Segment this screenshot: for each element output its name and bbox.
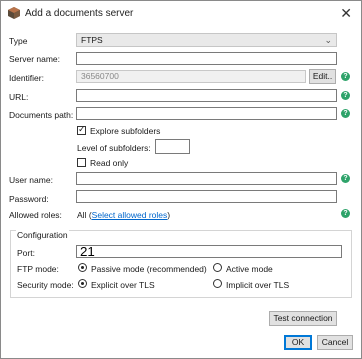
identifier-field: 36560700 — [76, 70, 306, 83]
radio-selected-dot — [81, 282, 84, 285]
check-icon: ✓ — [78, 124, 86, 134]
edit-identifier-button[interactable]: Edit.. — [309, 69, 336, 84]
help-icon[interactable]: ? — [341, 174, 350, 183]
cancel-button[interactable]: Cancel — [317, 335, 353, 350]
type-label: Type — [9, 36, 28, 46]
help-icon[interactable]: ? — [341, 109, 350, 118]
help-icon[interactable]: ? — [341, 91, 350, 100]
server-name-input[interactable] — [76, 52, 337, 65]
ok-button[interactable]: OK — [284, 335, 312, 350]
window-title: Add a documents server — [25, 8, 134, 19]
implicit-tls-label: Implicit over TLS — [226, 280, 290, 290]
explicit-tls-label: Explicit over TLS — [91, 280, 155, 290]
level-of-subfolders-label: Level of subfolders: — [77, 143, 151, 153]
help-icon[interactable]: ? — [341, 209, 350, 218]
port-input[interactable] — [76, 245, 342, 258]
explore-subfolders-label: Explore subfolders — [90, 126, 161, 136]
allowed-roles-label: Allowed roles: — [9, 210, 62, 220]
identifier-label: Identifier: — [9, 73, 44, 83]
allowed-roles-all: All — [77, 210, 87, 220]
implicit-tls-radio[interactable] — [213, 279, 222, 288]
ftp-mode-label: FTP mode: — [17, 264, 59, 274]
app-icon — [8, 7, 20, 19]
read-only-label: Read only — [90, 158, 129, 168]
type-select[interactable]: FTPS ⌄ — [76, 33, 337, 47]
allowed-roles-close-paren: ) — [167, 210, 171, 220]
radio-selected-dot — [81, 266, 84, 269]
title-bar: Add a documents server ✕ — [1, 1, 361, 27]
allowed-roles-value: All (Select allowed roles) — [77, 210, 170, 220]
documents-path-label: Documents path: — [9, 110, 74, 120]
add-documents-server-dialog: Add a documents server ✕ Type FTPS ⌄ Ser… — [0, 0, 362, 359]
level-of-subfolders-input[interactable] — [155, 139, 190, 154]
type-select-value: FTPS — [81, 35, 103, 45]
user-name-label: User name: — [9, 175, 53, 185]
url-input[interactable] — [76, 89, 337, 102]
active-mode-label: Active mode — [226, 264, 273, 274]
passive-mode-radio[interactable] — [78, 263, 87, 272]
documents-path-input[interactable] — [76, 107, 337, 120]
explore-subfolders-checkbox[interactable]: ✓ — [77, 124, 86, 135]
chevron-down-icon: ⌄ — [324, 35, 332, 45]
server-name-label: Server name: — [9, 54, 61, 64]
read-only-checkbox[interactable] — [77, 158, 86, 167]
active-mode-radio[interactable] — [213, 263, 222, 272]
password-label: Password: — [9, 194, 49, 204]
help-icon[interactable]: ? — [341, 72, 350, 81]
password-input[interactable] — [76, 190, 337, 203]
security-mode-label: Security mode: — [17, 280, 74, 290]
explicit-tls-radio[interactable] — [78, 279, 87, 288]
configuration-group-label: Configuration — [16, 230, 69, 240]
user-name-input[interactable] — [76, 172, 337, 185]
test-connection-button[interactable]: Test connection — [269, 311, 337, 326]
port-label: Port: — [17, 248, 35, 258]
close-icon[interactable]: ✕ — [340, 5, 352, 22]
select-allowed-roles-link[interactable]: Select allowed roles — [92, 210, 168, 220]
passive-mode-label: Passive mode (recommended) — [91, 264, 207, 274]
url-label: URL: — [9, 92, 29, 102]
